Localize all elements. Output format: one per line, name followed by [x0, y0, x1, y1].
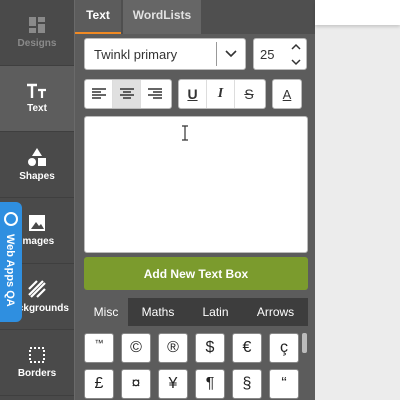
design-canvas[interactable] [315, 0, 400, 400]
sidebar-item-text[interactable]: Text [0, 66, 74, 132]
symbol-button[interactable]: ® [158, 333, 188, 363]
canvas-page[interactable] [315, 0, 400, 25]
text-color-group: A [272, 79, 302, 109]
symbol-button[interactable]: ¶ [195, 369, 225, 399]
text-style-group: U I S [178, 79, 266, 109]
shapes-icon [28, 148, 46, 166]
symbol-button[interactable]: ¤ [121, 369, 151, 399]
alignment-group [84, 79, 172, 109]
font-size-value: 25 [260, 47, 275, 62]
align-left-button[interactable] [85, 80, 113, 108]
underline-button[interactable]: U [179, 80, 207, 108]
chevron-up-icon[interactable] [290, 42, 302, 52]
symbol-scrollbar[interactable] [302, 333, 307, 353]
image-icon [29, 215, 45, 231]
symbol-button[interactable]: € [232, 333, 262, 363]
italic-icon: I [217, 86, 224, 101]
sidebar-item-label: Shapes [19, 171, 55, 182]
symbol-button[interactable]: § [232, 369, 262, 399]
border-icon [29, 347, 45, 363]
symbol-button[interactable]: £ [84, 369, 114, 399]
left-sidebar: Designs Text Shapes Images Backgrounds B… [0, 0, 74, 400]
strikethrough-button[interactable]: S [235, 80, 263, 108]
text-input-area[interactable] [84, 116, 308, 253]
symbol-button[interactable]: © [121, 333, 151, 363]
align-center-button[interactable] [113, 80, 141, 108]
font-size-stepper[interactable]: 25 [253, 38, 307, 70]
symbol-category-tabs: Misc Maths Latin Arrows [84, 298, 308, 326]
sidebar-item-shapes[interactable]: Shapes [0, 132, 74, 198]
sidebar-item-label: Text [27, 103, 47, 114]
italic-button[interactable]: I [207, 80, 235, 108]
tab-misc[interactable]: Misc [84, 298, 128, 326]
tab-arrows[interactable]: Arrows [243, 298, 308, 326]
qa-tab-label: Web Apps QA [4, 234, 16, 307]
underline-icon: U [187, 86, 198, 102]
align-left-icon [91, 88, 106, 99]
text-cursor-icon [182, 125, 188, 141]
align-right-icon [148, 88, 162, 99]
tab-wordlists[interactable]: WordLists [123, 0, 201, 34]
sidebar-item-label: Borders [17, 368, 57, 379]
symbol-button[interactable]: $ [195, 333, 225, 363]
text-color-icon: A [282, 86, 292, 102]
text-color-button[interactable]: A [273, 80, 301, 108]
symbol-button[interactable]: “ [269, 369, 299, 399]
align-center-icon [119, 88, 134, 99]
tab-maths[interactable]: Maths [128, 298, 188, 326]
add-new-text-box-button[interactable]: Add New Text Box [84, 257, 308, 290]
sidebar-item-designs[interactable]: Designs [0, 0, 74, 66]
align-right-button[interactable] [141, 80, 169, 108]
chevron-down-icon[interactable] [290, 57, 302, 67]
symbol-button[interactable]: ™ [84, 333, 114, 363]
symbol-button[interactable]: ç [269, 333, 299, 363]
app-root: Designs Text Shapes Images Backgrounds B… [0, 0, 400, 400]
chevron-down-icon [225, 50, 237, 58]
moon-icon [4, 212, 18, 226]
symbol-button[interactable]: ¥ [158, 369, 188, 399]
sidebar-item-label: Images [19, 236, 55, 247]
panel-tabs: Text WordLists [75, 0, 316, 34]
select-divider [216, 42, 217, 66]
web-apps-qa-tab[interactable]: Web Apps QA [0, 202, 22, 322]
sidebar-item-label: Designs [17, 38, 57, 49]
font-family-value: Twinkl primary [94, 47, 178, 62]
symbol-grid: ™ © ® $ € ç £ ¤ ¥ ¶ § “ [84, 333, 302, 400]
tab-text[interactable]: Text [75, 0, 121, 34]
text-panel: Text WordLists Twinkl primary 25 U I S A… [74, 0, 316, 400]
grid-icon [29, 17, 45, 33]
backgrounds-icon [28, 280, 46, 298]
text-tt-icon [27, 83, 46, 98]
font-family-select[interactable]: Twinkl primary [84, 38, 246, 70]
tab-latin[interactable]: Latin [188, 298, 243, 326]
sidebar-item-borders[interactable]: Borders [0, 330, 74, 396]
strikethrough-icon: S [244, 86, 254, 102]
